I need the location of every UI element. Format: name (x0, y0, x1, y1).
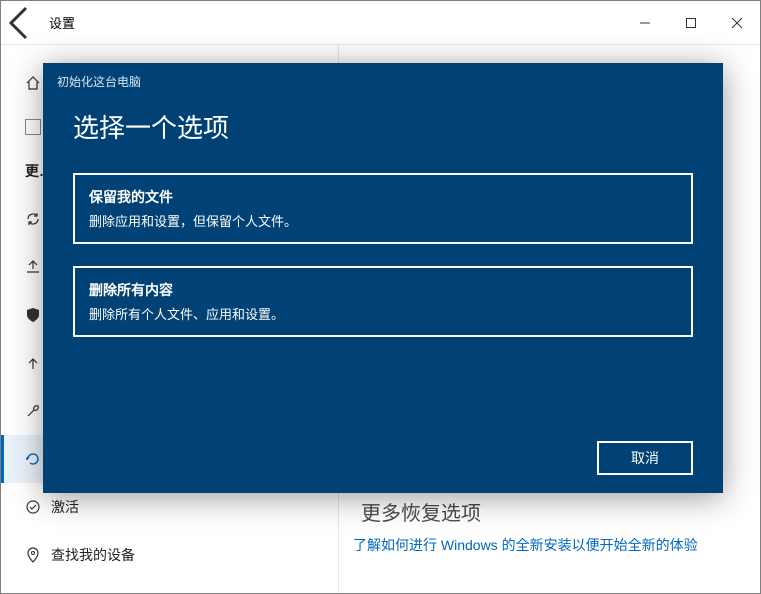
option-remove-everything[interactable]: 删除所有内容 删除所有个人文件、应用和设置。 (73, 266, 693, 337)
check-circle-icon (25, 499, 51, 515)
back-button[interactable] (1, 1, 41, 45)
fresh-install-link[interactable]: 了解如何进行 Windows 的全新安装以便开始全新的体验 (353, 535, 698, 555)
option-desc: 删除应用和设置，但保留个人文件。 (89, 211, 677, 230)
cancel-button[interactable]: 取消 (597, 441, 693, 475)
dialog-heading: 选择一个选项 (73, 108, 693, 145)
location-icon (25, 547, 51, 563)
option-keep-files[interactable]: 保留我的文件 删除应用和设置，但保留个人文件。 (73, 173, 693, 244)
option-title: 保留我的文件 (89, 187, 677, 207)
close-button[interactable] (714, 7, 760, 39)
section-more-recovery: 更多恢复选项 (361, 497, 481, 526)
dialog-content: 选择一个选项 保留我的文件 删除应用和设置，但保留个人文件。 删除所有内容 删除… (43, 90, 723, 441)
search-box-icon (25, 119, 41, 135)
dialog-caption: 初始化这台电脑 (43, 63, 723, 90)
option-desc: 删除所有个人文件、应用和设置。 (89, 304, 677, 323)
titlebar: 设置 (1, 1, 760, 45)
minimize-button[interactable] (622, 7, 668, 39)
sidebar-item-label: 激活 (51, 497, 79, 517)
sidebar-item-find-device[interactable]: 查找我的设备 (1, 531, 338, 579)
dialog-footer: 取消 (43, 441, 723, 493)
maximize-button[interactable] (668, 7, 714, 39)
sidebar-item-label: 查找我的设备 (51, 545, 135, 565)
reset-pc-dialog: 初始化这台电脑 选择一个选项 保留我的文件 删除应用和设置，但保留个人文件。 删… (43, 63, 723, 493)
option-title: 删除所有内容 (89, 280, 677, 300)
settings-window: 设置 主… 更… (0, 0, 761, 594)
window-title: 设置 (41, 13, 75, 32)
